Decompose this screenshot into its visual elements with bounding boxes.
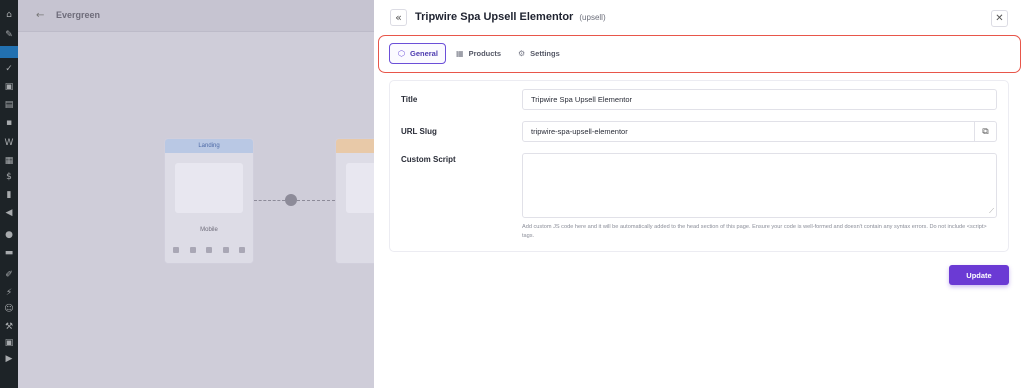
tab-label: Products — [468, 49, 502, 58]
canvas-topbar: ← Evergreen — [18, 0, 374, 32]
custom-script-label: Custom Script — [401, 155, 456, 164]
node-thumbnail — [346, 163, 374, 213]
collapse-drawer-button[interactable]: « — [390, 9, 407, 26]
tab-label: Settings — [530, 49, 560, 58]
node-tool-icon[interactable] — [206, 247, 212, 253]
custom-script-textarea[interactable]: ⟋ — [522, 153, 997, 218]
copy-slug-button[interactable]: ⧉ — [974, 122, 996, 141]
step-title: Tripwire Spa Upsell Elementor — [415, 11, 574, 23]
active-menu-indicator[interactable] — [0, 46, 18, 58]
products-icon[interactable]: ▦ — [4, 156, 14, 166]
circle-icon[interactable]: ● — [4, 230, 14, 240]
resize-grip-icon[interactable]: ⟋ — [989, 207, 994, 216]
url-slug-label: URL Slug — [401, 127, 437, 136]
flow-canvas: ← Evergreen Landing Mobile — [18, 0, 374, 388]
node-header: Landing — [165, 139, 253, 153]
url-slug-input[interactable]: tripwire-spa-upsell-elementor ⧉ — [522, 121, 997, 142]
pages-icon[interactable]: ▤ — [4, 100, 14, 110]
collapse-menu-icon[interactable]: ▶ — [4, 354, 14, 364]
tab-settings[interactable]: ⚙ Settings — [518, 43, 560, 64]
settings-icon[interactable]: ▣ — [4, 338, 14, 348]
node-header — [336, 139, 374, 153]
drawer-title: Tripwire Spa Upsell Elementor (upsell) — [415, 11, 606, 23]
woocommerce-icon[interactable]: W — [4, 138, 14, 148]
tools-icon[interactable]: ⚒ — [4, 322, 14, 332]
flow-node-upsell[interactable] — [335, 138, 374, 264]
analytics-icon[interactable]: ▮ — [4, 190, 14, 200]
node-tool-icon[interactable] — [173, 247, 179, 253]
dashboard-icon[interactable]: ⌂ — [4, 10, 14, 20]
users-icon[interactable]: ☺ — [4, 304, 14, 314]
flow-name: Evergreen — [56, 10, 101, 20]
step-type-label: (upsell) — [579, 13, 606, 22]
tab-products[interactable]: ▦ Products — [456, 43, 501, 64]
back-arrow-icon[interactable]: ← — [36, 10, 44, 21]
title-label: Title — [401, 95, 418, 104]
node-tool-icon[interactable] — [189, 247, 196, 253]
tab-bar: ⬡ General ▦ Products ⚙ Settings — [378, 35, 1021, 73]
tab-label: General — [409, 49, 438, 58]
title-input[interactable]: Tripwire Spa Upsell Elementor — [522, 89, 997, 110]
check-icon[interactable]: ✓ — [4, 64, 14, 74]
step-settings-drawer: « Tripwire Spa Upsell Elementor (upsell)… — [374, 0, 1024, 388]
flow-edge — [254, 200, 285, 201]
url-slug-value: tripwire-spa-upsell-elementor — [531, 127, 628, 136]
node-tool-icon[interactable] — [239, 247, 245, 253]
gear-icon: ⚙ — [518, 49, 526, 58]
copy-icon: ⧉ — [982, 126, 989, 137]
flow-node-landing[interactable]: Landing Mobile — [164, 138, 254, 264]
general-settings-form: Title Tripwire Spa Upsell Elementor URL … — [389, 80, 1009, 252]
custom-script-help-text: Add custom JS code here and it will be a… — [522, 224, 987, 239]
pin-icon[interactable]: ✎ — [4, 30, 14, 40]
close-icon: ✕ — [995, 13, 1004, 24]
tab-general[interactable]: ⬡ General — [389, 43, 446, 64]
media-icon[interactable]: ▣ — [4, 82, 14, 92]
payments-icon[interactable]: $ — [4, 172, 14, 182]
node-thumbnail — [175, 163, 243, 213]
double-chevron-left-icon: « — [395, 11, 402, 24]
wp-admin-sidebar: ⌂ ✎ ✓ ▣ ▤ ▪ W ▦ $ ▮ ◀ ● ▬ ✐ ⚡ ☺ ⚒ ▣ ▶ — [0, 0, 18, 388]
update-button[interactable]: Update — [949, 265, 1009, 285]
close-drawer-button[interactable]: ✕ — [991, 10, 1008, 27]
node-tool-icon[interactable] — [222, 247, 229, 253]
node-label: Mobile — [200, 227, 218, 233]
grid-icon: ▦ — [456, 49, 464, 58]
flow-connector-dot[interactable] — [285, 194, 297, 206]
folder-icon[interactable]: ▬ — [4, 248, 14, 258]
flow-edge — [297, 200, 335, 201]
appearance-icon[interactable]: ✐ — [4, 270, 14, 280]
marketing-icon[interactable]: ◀ — [4, 208, 14, 218]
node-toolbar — [173, 247, 245, 253]
comments-icon[interactable]: ▪ — [4, 118, 14, 128]
plugins-icon[interactable]: ⚡ — [4, 288, 14, 298]
hexagon-icon: ⬡ — [398, 49, 405, 58]
